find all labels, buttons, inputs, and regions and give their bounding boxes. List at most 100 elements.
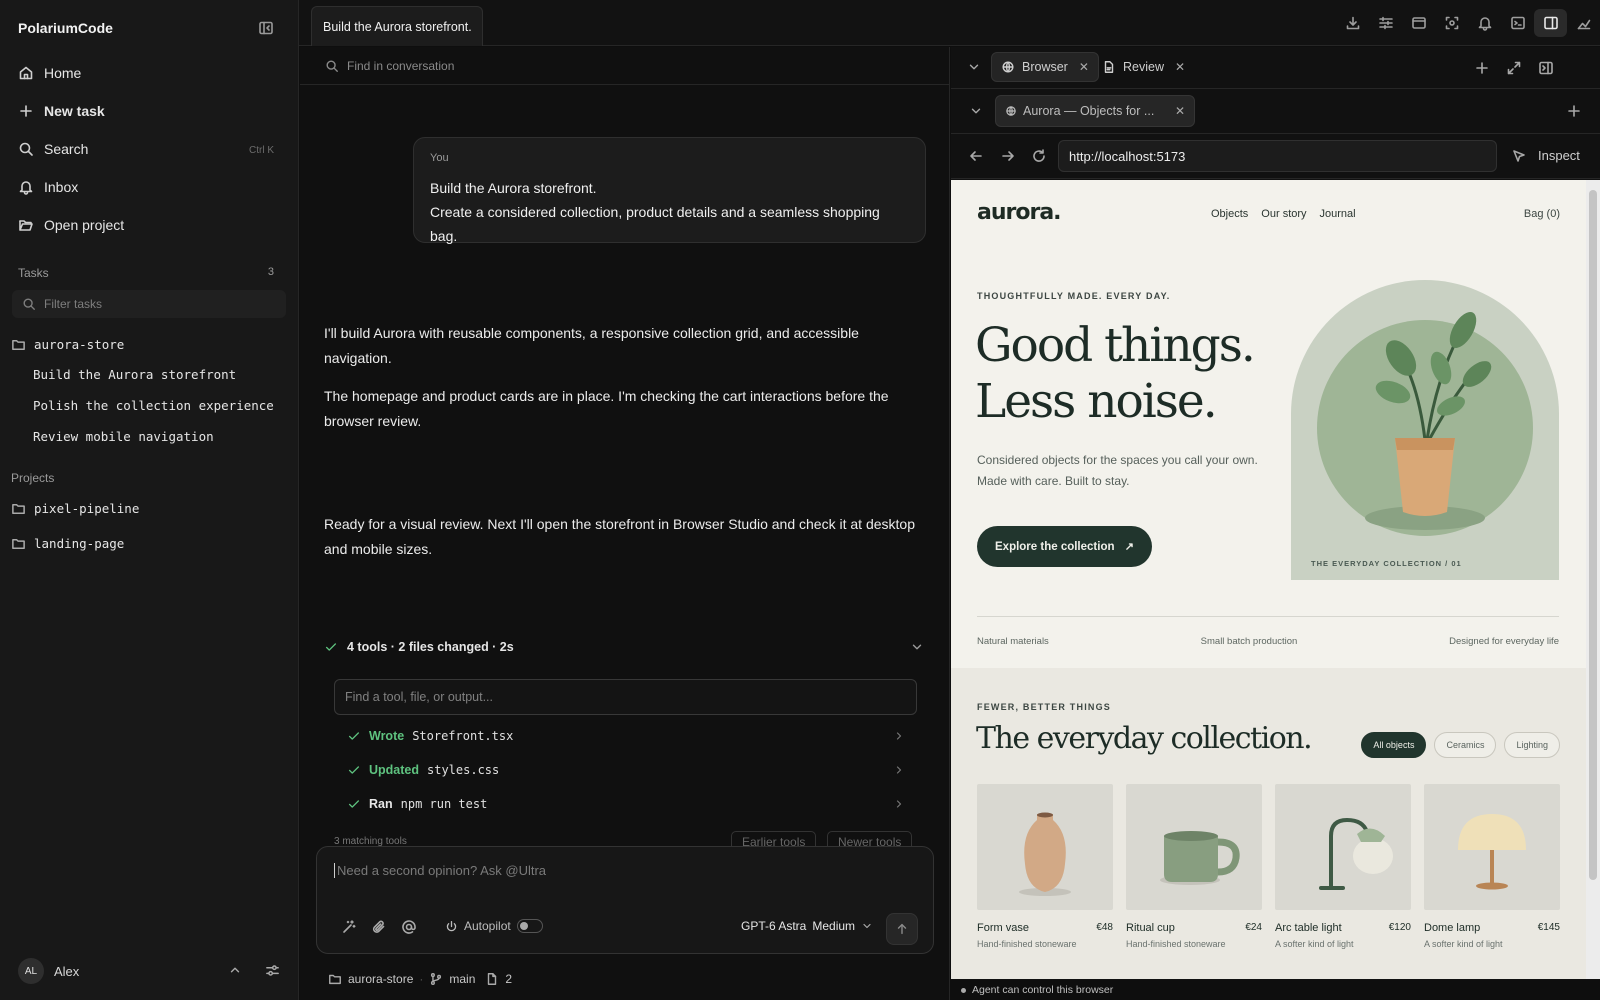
inspect-button[interactable]: Inspect — [1538, 148, 1580, 163]
filter-chip-ceramics[interactable]: Ceramics — [1434, 732, 1497, 758]
user-message: You Build the Aurora storefront. Create … — [413, 137, 926, 244]
nav-new-task-label: New task — [44, 103, 105, 119]
composer[interactable]: Need a second opinion? Ask @Ultra Autopi… — [316, 846, 934, 954]
project-landing-page[interactable]: landing-page — [11, 536, 124, 551]
back-arrow-icon[interactable] — [968, 148, 984, 164]
chevron-up-icon[interactable] — [228, 963, 242, 977]
product-card[interactable]: Dome lamp €145 A softer kind of light — [1424, 784, 1560, 949]
folder-icon — [11, 337, 26, 352]
reload-icon[interactable] — [1031, 148, 1047, 164]
nav-search-label: Search — [44, 141, 89, 157]
screenshot-icon[interactable] — [1435, 9, 1468, 37]
task-item[interactable]: Polish the collection experience — [33, 398, 274, 413]
nav-home-label: Home — [44, 65, 82, 81]
magic-wand-icon[interactable] — [341, 919, 357, 935]
paperclip-icon[interactable] — [371, 919, 387, 935]
filter-chip-lighting[interactable]: Lighting — [1504, 732, 1560, 758]
autopilot-switch[interactable] — [516, 919, 543, 933]
feature-label: Designed for everyday life — [1449, 636, 1559, 647]
find-in-conversation-input[interactable]: Find in conversation — [300, 47, 950, 85]
url-bar[interactable]: http://localhost:5173 — [1058, 140, 1497, 172]
footer-project[interactable]: aurora-store — [348, 972, 413, 986]
terminal-icon[interactable] — [1501, 9, 1534, 37]
nav-inbox[interactable]: Inbox — [18, 179, 78, 195]
tab-conversation[interactable]: Build the Aurora storefront. — [311, 6, 483, 46]
tool-row[interactable]: Updated styles.css — [347, 763, 905, 777]
footer-branch[interactable]: main — [449, 972, 475, 986]
browser-status: Agent can control this browser — [951, 980, 1600, 1000]
browser-status-label: Agent can control this browser — [972, 984, 1114, 996]
autopilot-toggle[interactable]: Autopilot — [445, 919, 543, 933]
nav-search[interactable]: Search — [18, 141, 88, 157]
tools-summary[interactable]: 4 tools · 2 files changed · 2s — [324, 640, 924, 654]
analytics-icon[interactable] — [1567, 9, 1600, 37]
project-aurora-store[interactable]: aurora-store — [11, 337, 124, 352]
window-icon[interactable] — [1402, 9, 1435, 37]
site-bag-link[interactable]: Bag (0) — [1524, 208, 1560, 220]
tool-row[interactable]: Ran npm run test — [347, 797, 905, 811]
autopilot-label: Autopilot — [464, 919, 511, 933]
scrollbar-thumb[interactable] — [1589, 190, 1597, 880]
nav-new-task[interactable]: New task — [18, 103, 105, 119]
product-card[interactable]: Form vase €48 Hand-finished stoneware — [977, 784, 1113, 949]
user-name: Alex — [54, 963, 80, 979]
chevron-down-icon[interactable] — [969, 104, 983, 118]
plus-icon[interactable] — [1566, 103, 1582, 119]
sidebar-panel-icon[interactable] — [1538, 60, 1554, 76]
arrow-up-right-icon: ↗ — [1124, 541, 1134, 553]
tool-row[interactable]: Wrote Storefront.tsx — [347, 729, 905, 743]
product-price: €145 — [1537, 922, 1560, 933]
product-card[interactable]: Arc table light €120 A softer kind of li… — [1275, 784, 1411, 949]
site-logo[interactable]: aurora. — [977, 200, 1062, 225]
hero-caption: THE EVERYDAY COLLECTION / 01 — [1311, 559, 1462, 568]
forward-arrow-icon[interactable] — [1000, 148, 1016, 164]
product-name: Dome lamp — [1424, 922, 1481, 934]
close-icon[interactable]: ✕ — [1175, 104, 1185, 118]
tasks-count: 3 — [267, 266, 274, 278]
folder-icon — [11, 536, 26, 551]
tab-review-label: Review — [1123, 60, 1164, 74]
chevron-down-icon[interactable] — [967, 60, 981, 74]
close-icon[interactable]: ✕ — [1175, 60, 1185, 74]
settings-sliders-icon[interactable] — [265, 963, 280, 978]
expand-icon[interactable] — [1506, 60, 1522, 76]
chevron-down-icon[interactable] — [910, 640, 924, 654]
product-price: €120 — [1388, 922, 1411, 933]
split-panel-icon[interactable] — [1534, 9, 1567, 37]
site-scrollbar[interactable] — [1586, 180, 1600, 979]
notification-bell-icon[interactable] — [1468, 9, 1501, 37]
site-nav-link[interactable]: Journal — [1320, 208, 1356, 220]
project-pixel-pipeline[interactable]: pixel-pipeline — [11, 501, 139, 516]
filter-tasks-input[interactable]: Filter tasks — [12, 290, 286, 318]
page-tab[interactable]: Aurora — Objects for ... ✕ — [995, 95, 1195, 127]
close-icon[interactable]: ✕ — [1079, 60, 1089, 74]
check-icon — [347, 763, 361, 777]
task-item[interactable]: Build the Aurora storefront — [33, 367, 236, 382]
plus-icon[interactable] — [1474, 60, 1490, 76]
nav-open-project[interactable]: Open project — [18, 217, 124, 233]
send-button[interactable] — [886, 913, 918, 945]
project-label: landing-page — [34, 536, 125, 551]
explore-collection-button[interactable]: Explore the collection ↗ — [977, 526, 1152, 567]
filter-chip-all[interactable]: All objects — [1361, 732, 1427, 758]
sliders-icon[interactable] — [1369, 9, 1402, 37]
product-card[interactable]: Ritual cup €24 Hand-finished stoneware — [1126, 784, 1262, 949]
task-item[interactable]: Review mobile navigation — [33, 429, 214, 444]
composer-input[interactable]: Need a second opinion? Ask @Ultra — [334, 863, 546, 878]
model-selector[interactable]: GPT-6 Astra Medium — [741, 919, 873, 933]
tool-search-input[interactable]: Find a tool, file, or output... — [334, 679, 917, 715]
home-icon — [18, 65, 34, 81]
nav-home[interactable]: Home — [18, 65, 81, 81]
tab-review[interactable]: Review ✕ — [1093, 52, 1194, 82]
tab-browser[interactable]: Browser ✕ — [991, 52, 1099, 82]
cursor-pointer-icon[interactable] — [1511, 148, 1527, 164]
search-icon — [325, 59, 339, 73]
user-menu[interactable]: AL Alex — [18, 958, 79, 984]
site-nav-link[interactable]: Our story — [1261, 208, 1306, 220]
find-placeholder: Find in conversation — [347, 58, 455, 73]
site-nav-link[interactable]: Objects — [1211, 208, 1248, 220]
mention-icon[interactable] — [401, 919, 417, 935]
footer-files-count[interactable]: 2 — [505, 972, 512, 986]
sidebar-toggle-icon[interactable] — [258, 20, 274, 36]
download-icon[interactable] — [1336, 9, 1369, 37]
